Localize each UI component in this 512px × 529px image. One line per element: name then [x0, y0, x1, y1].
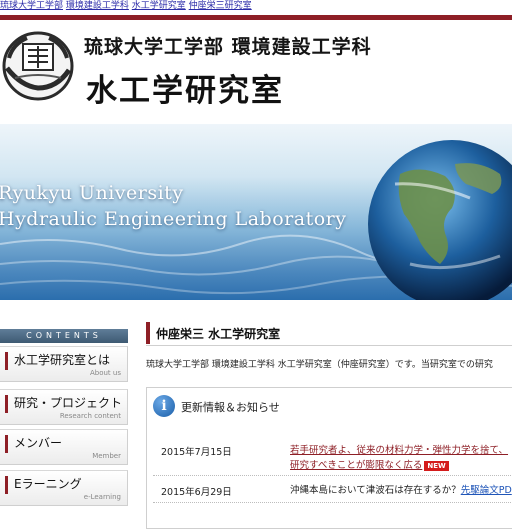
breadcrumb-link-department[interactable]: 環境建設工学科	[66, 1, 129, 11]
sidebar-item-label: メンバー	[14, 436, 63, 450]
heading-divider	[146, 345, 512, 346]
news-item-plain-text: 沖縄本島において津波石は存在するか？	[290, 485, 461, 496]
news-row-partial	[153, 506, 512, 514]
sidebar-item-member[interactable]: メンバー Member	[0, 429, 128, 465]
site-title-department: 琉球大学工学部 環境建設工学科	[84, 36, 372, 58]
sidebar-item-label: 水工学研究室とは	[14, 353, 111, 367]
sidebar-item-sublabel: About us	[89, 369, 121, 377]
sidebar-item-about[interactable]: 水工学研究室とは About us	[0, 346, 128, 382]
news-date: 2015年7月15日	[161, 447, 232, 458]
new-badge: NEW	[424, 460, 449, 471]
nav-accent-bar	[5, 476, 8, 494]
sidebar-item-sublabel: Member	[92, 452, 121, 460]
breadcrumb-link-lab[interactable]: 水工学研究室	[132, 1, 186, 11]
sidebar-item-elearning[interactable]: Eラーニング e-Learning	[0, 470, 128, 506]
sidebar-item-research[interactable]: 研究・プロジェクト Research content	[0, 389, 128, 425]
news-date: 2015年6月29日	[161, 487, 232, 498]
sidebar-item-label: Eラーニング	[14, 477, 82, 491]
breadcrumb: 琉球大学工学部 環境建設工学科 水工学研究室 仲座栄三研究室	[0, 0, 512, 14]
university-logo[interactable]	[1, 28, 75, 104]
news-title: 更新情報＆お知らせ	[181, 401, 280, 414]
news-link-continued[interactable]: 研究すべきことが膨限なく広る	[290, 460, 422, 471]
header-rule	[0, 15, 512, 20]
sidebar-item-sublabel: e-Learning	[83, 493, 121, 501]
logo-emblem-icon	[2, 31, 74, 101]
intro-text: 琉球大学工学部 環境建設工学科 水工学研究室（仲座研究室）です。当研究室での研究	[146, 360, 493, 370]
heading-accent-bar	[146, 322, 150, 344]
news-link-paper[interactable]: 先駆論文PD	[461, 485, 512, 496]
news-row: 2015年6月29日 沖縄本島において津波石は存在するか？先駆論文PD	[153, 482, 512, 503]
sidebar-contents-header: CONTENTS	[0, 329, 128, 343]
news-row: 2015年7月15日 若手研究者よ、従来の材料力学・弾性力学を捨て、 研究すべき…	[153, 443, 512, 476]
nav-accent-bar	[5, 352, 8, 370]
hero-title-lab: Hydraulic Engineering Laboratory	[0, 208, 347, 230]
breadcrumb-link-faculty[interactable]: 琉球大学工学部	[0, 1, 63, 11]
nav-accent-bar	[5, 395, 8, 413]
breadcrumb-link-nakaza-lab[interactable]: 仲座栄三研究室	[189, 1, 252, 11]
info-icon: i	[153, 395, 175, 417]
site-title-lab: 水工学研究室	[86, 73, 284, 109]
news-link[interactable]: 若手研究者よ、従来の材料力学・弾性力学を捨て、	[290, 445, 508, 456]
main-section-heading: 仲座栄三 水工学研究室	[146, 322, 512, 344]
sidebar-item-sublabel: Research content	[59, 412, 121, 420]
news-item-text: 沖縄本島において津波石は存在するか？先駆論文PD	[290, 483, 512, 498]
sidebar-item-label: 研究・プロジェクト	[14, 396, 123, 410]
nav-accent-bar	[5, 435, 8, 453]
hero-title-university: Ryukyu University	[0, 182, 184, 204]
page-title: 仲座栄三 水工学研究室	[156, 327, 281, 341]
news-item-text: 若手研究者よ、従来の材料力学・弾性力学を捨て、 研究すべきことが膨限なく広る NE…	[290, 443, 508, 473]
